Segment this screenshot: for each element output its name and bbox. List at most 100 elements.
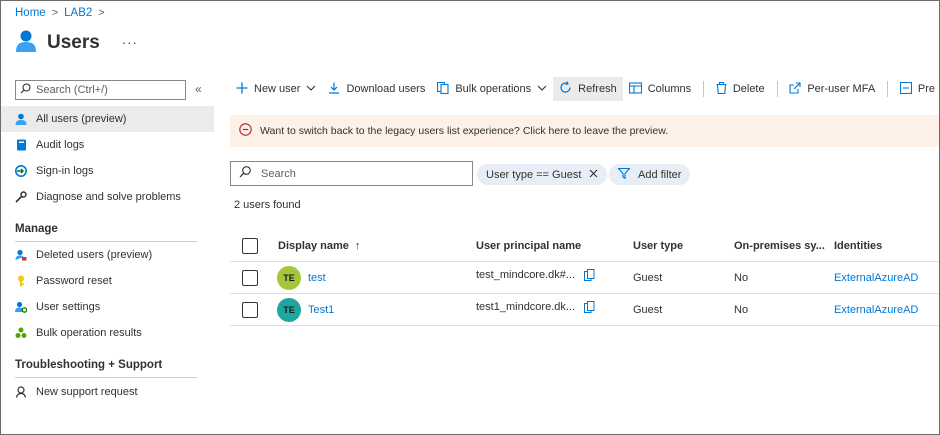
sidebar-item-new-support-request[interactable]: New support request [1, 379, 214, 405]
column-label: Display name [278, 240, 349, 252]
preview-icon [899, 81, 912, 97]
sidebar-item-audit-logs[interactable]: Audit logs [1, 132, 214, 158]
page-title: Users [47, 31, 100, 53]
breadcrumb-lab2-link[interactable]: LAB2 [64, 7, 92, 19]
user-name-link[interactable]: test [308, 272, 326, 284]
breadcrumb-separator: > [51, 7, 59, 19]
sidebar-item-label: Deleted users (preview) [36, 249, 153, 261]
collapse-sidebar-icon[interactable]: « [195, 82, 202, 96]
user-name-link[interactable]: Test1 [308, 304, 334, 316]
preview-features-label: Pre [917, 83, 935, 95]
download-users-label: Download users [346, 83, 426, 95]
key-icon [15, 275, 27, 287]
delete-button[interactable]: Delete [710, 77, 771, 101]
user-search-input[interactable] [261, 167, 461, 180]
new-user-button[interactable]: New user [230, 77, 322, 101]
preview-features-button[interactable]: Pre [894, 77, 939, 101]
bulk-operations-button[interactable]: Bulk operations [431, 77, 553, 101]
column-header-user-type[interactable]: User type [633, 231, 683, 261]
download-icon [328, 82, 340, 97]
table-row[interactable]: TE test test_mindcore.dk#... Guest No Ex… [230, 262, 939, 294]
table-row[interactable]: TE Test1 test1_mindcore.dk... Guest No E… [230, 294, 939, 326]
sidebar: Search (Ctrl+/) « All users (preview) Au… [1, 77, 214, 434]
sidebar-search-input[interactable]: Search (Ctrl+/) [15, 80, 186, 100]
book-icon [15, 139, 27, 151]
per-user-mfa-button[interactable]: Per-user MFA [783, 77, 881, 101]
sort-ascending-icon: ↑ [354, 240, 361, 252]
row-select-cell [242, 262, 258, 293]
trash-icon [716, 81, 727, 97]
more-options-button[interactable]: ··· [122, 35, 138, 50]
row-checkbox[interactable] [242, 269, 258, 286]
filter-label: User type == Guest [486, 168, 582, 181]
avatar: TE [277, 297, 301, 322]
copy-icon[interactable] [584, 301, 595, 316]
breadcrumb-separator: > [98, 7, 105, 19]
upn-value: test1_mindcore.dk... [476, 301, 576, 313]
row-select-cell [242, 294, 258, 325]
column-header-upn[interactable]: User principal name [476, 231, 581, 261]
delete-label: Delete [732, 83, 765, 95]
search-icon [239, 166, 251, 181]
legacy-experience-banner[interactable]: Want to switch back to the legacy users … [230, 115, 939, 147]
users-table: Display name ↑ User principal name User … [230, 231, 939, 326]
refresh-button[interactable]: Refresh [553, 77, 623, 101]
sidebar-item-password-reset[interactable]: Password reset [1, 268, 214, 294]
column-header-on-premises[interactable]: On-premises sy... [734, 231, 825, 261]
select-all-checkbox[interactable] [242, 238, 258, 254]
on-premises-cell: No [734, 271, 749, 284]
identities-link[interactable]: ExternalAzureAD [834, 294, 918, 325]
users-icon [15, 29, 37, 56]
chevron-down-icon [306, 83, 316, 95]
user-type-filter-pill[interactable]: User type == Guest [477, 164, 608, 185]
user-search-field[interactable] [230, 161, 473, 186]
external-link-icon [789, 81, 801, 97]
refresh-icon [559, 81, 572, 97]
filter-icon [617, 167, 631, 182]
breadcrumb-home-link[interactable]: Home [15, 7, 46, 19]
display-name-cell: TE Test1 [277, 294, 334, 325]
user-type-cell: Guest [633, 271, 663, 284]
close-icon[interactable] [589, 169, 598, 181]
new-user-label: New user [254, 83, 301, 95]
result-count: 2 users found [234, 199, 301, 211]
column-header-identities[interactable]: Identities [834, 231, 882, 261]
manage-heading: Manage [15, 223, 58, 235]
column-header-display-name[interactable]: Display name ↑ [278, 231, 360, 261]
columns-label: Columns [647, 83, 692, 95]
refresh-label: Refresh [578, 83, 617, 95]
sidebar-search-placeholder: Search (Ctrl+/) [36, 84, 108, 96]
user-settings-icon [15, 301, 27, 313]
columns-button[interactable]: Columns [623, 77, 697, 101]
sidebar-item-bulk-results[interactable]: Bulk operation results [1, 320, 214, 346]
sidebar-item-label: All users (preview) [36, 113, 127, 125]
add-filter-label: Add filter [638, 168, 682, 181]
row-checkbox[interactable] [242, 301, 258, 318]
sidebar-item-sign-in-logs[interactable]: Sign-in logs [1, 158, 214, 184]
breadcrumb: Home > LAB2 > [15, 7, 105, 19]
divider [15, 377, 197, 378]
display-name-cell: TE test [277, 262, 326, 293]
upn-value: test_mindcore.dk#... [476, 269, 576, 281]
sidebar-item-deleted-users[interactable]: Deleted users (preview) [1, 242, 214, 268]
toolbar-divider [703, 81, 704, 97]
sidebar-item-all-users[interactable]: All users (preview) [1, 106, 214, 132]
add-filter-button[interactable]: Add filter [609, 164, 691, 185]
select-all-cell [242, 231, 258, 261]
on-premises-cell: No [734, 303, 749, 316]
sidebar-item-label: User settings [36, 301, 101, 313]
toolbar-divider [887, 81, 888, 97]
sidebar-item-user-settings[interactable]: User settings [1, 294, 214, 320]
columns-icon [628, 81, 642, 97]
copy-icon[interactable] [584, 269, 595, 284]
sidebar-item-label: Audit logs [36, 139, 85, 151]
sidebar-item-label: New support request [36, 386, 138, 398]
sidebar-item-diagnose[interactable]: Diagnose and solve problems [1, 184, 214, 210]
search-icon [20, 83, 31, 97]
table-header-row: Display name ↑ User principal name User … [230, 231, 939, 262]
sidebar-item-label: Password reset [36, 275, 112, 287]
support-person-icon [15, 386, 27, 398]
download-users-button[interactable]: Download users [322, 77, 431, 101]
identities-link[interactable]: ExternalAzureAD [834, 262, 918, 293]
command-bar: New user Download users Bulk operations [230, 77, 939, 101]
